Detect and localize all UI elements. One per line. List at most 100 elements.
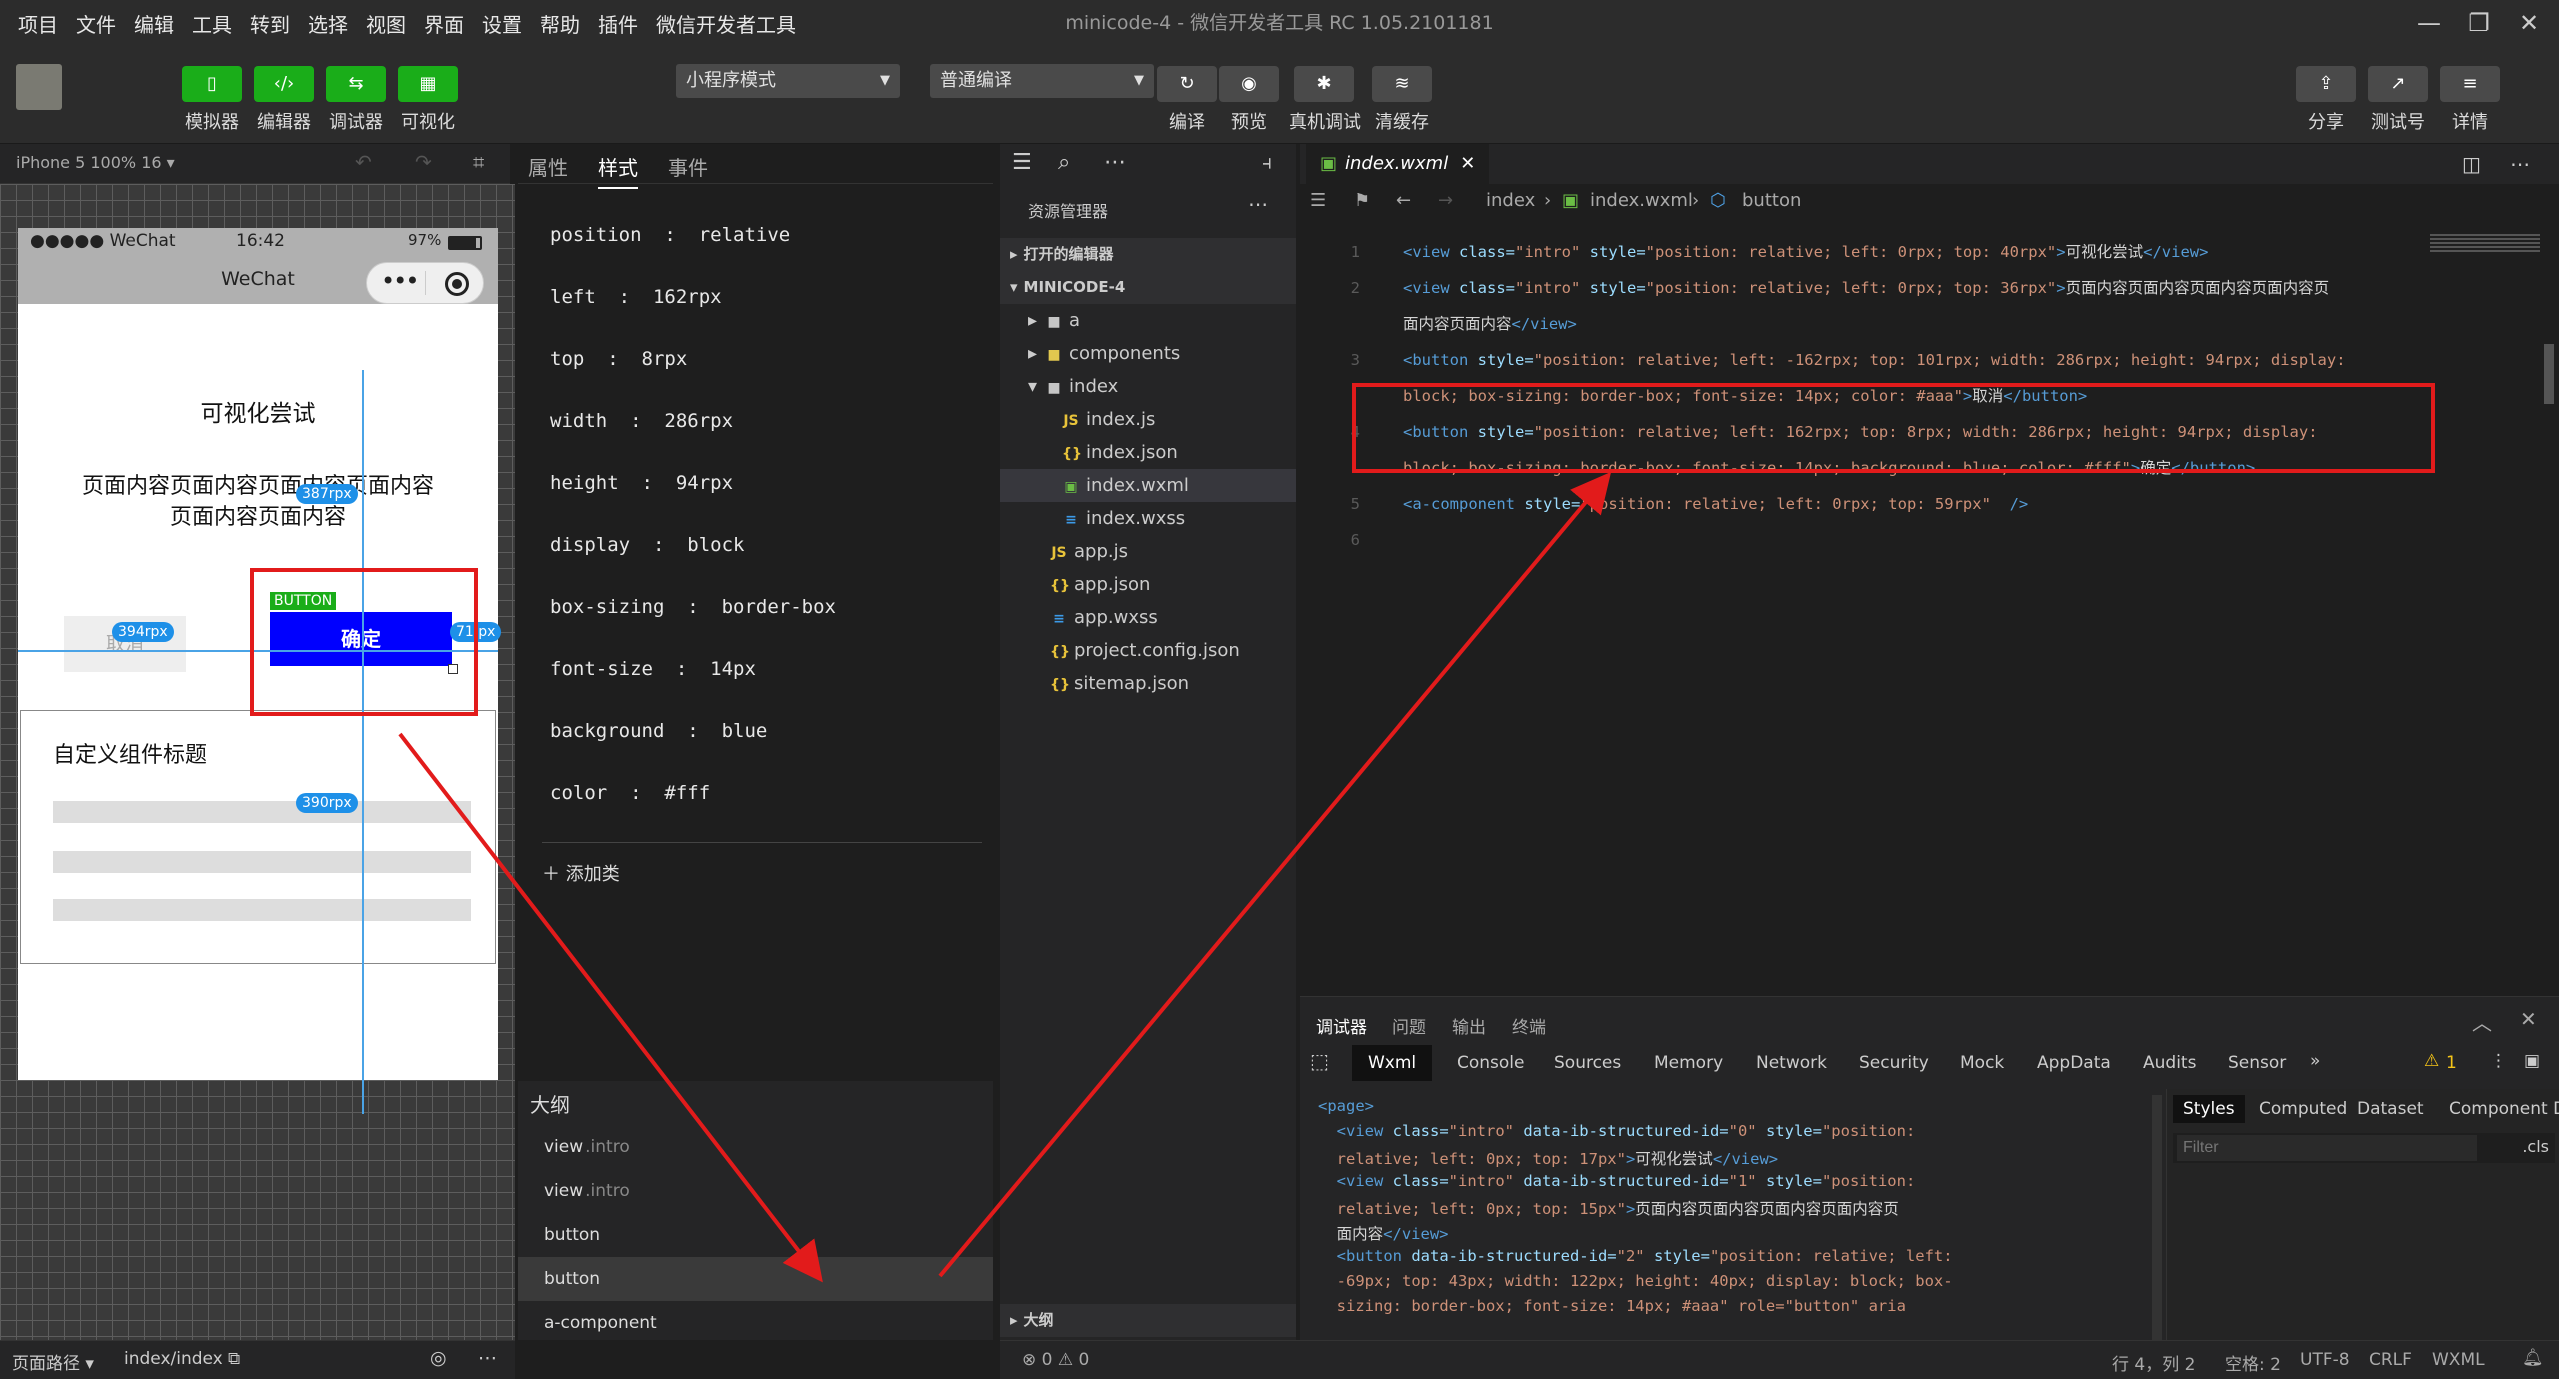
split-icon[interactable]: ⫞ [1262,150,1272,174]
style-prop-top[interactable]: top : 8rpx [550,348,687,370]
eye-icon[interactable]: ◎ [430,1347,447,1369]
warning-icon[interactable]: ⚠ [2424,1051,2439,1071]
project-section[interactable]: ▾ MINICODE-4 [1000,271,1296,304]
undo-icon[interactable]: ↶ [355,150,372,174]
compile-select[interactable]: 普通编译 ▼ [930,64,1154,98]
folder-index[interactable]: ▾ ■ index [1000,370,1296,403]
code-line[interactable]: 3 <button style="position: relative; left… [1300,342,2559,378]
scrollbar[interactable] [2152,1095,2162,1341]
style-prop-background[interactable]: background : blue [550,720,767,742]
tab-dataset[interactable]: Dataset [2357,1099,2424,1119]
a-component[interactable]: 自定义组件标题 [20,710,496,964]
folder-components[interactable]: ▸ ■ components [1000,337,1296,370]
tab-computed[interactable]: Computed [2259,1099,2347,1119]
clear-cache-button[interactable]: ≋ 清缓存 [1367,66,1437,134]
line-ending[interactable]: CRLF [2369,1350,2412,1370]
outline-item[interactable]: a-component [518,1301,993,1345]
file-app-json[interactable]: {} app.json [1000,568,1296,601]
close-icon[interactable]: ✕ [2512,6,2546,40]
open-editors-section[interactable]: ▸ 打开的编辑器 [1000,238,1296,271]
wxml-node-line[interactable]: <view class="intro" data-ib-structured-i… [1318,1122,2148,1140]
indentation[interactable]: 空格: 2 [2225,1350,2281,1375]
style-prop-position[interactable]: position : relative [550,224,790,246]
search-icon[interactable]: ⌕ [1058,150,1070,175]
outline-item-selected[interactable]: button [518,1257,993,1301]
breadcrumb-folder[interactable]: index [1486,184,1535,218]
outline-item[interactable]: view .intro [518,1125,993,1169]
bookmark-icon[interactable]: ⚑ [1354,184,1370,218]
back-icon[interactable]: ← [1396,184,1411,218]
code-line[interactable]: 5 <a-component style="position: relative;… [1300,486,2559,522]
file-app-wxss[interactable]: ≡ app.wxss [1000,601,1296,634]
style-prop-height[interactable]: height : 94rpx [550,472,733,494]
tab-style[interactable]: 样式 [598,152,638,189]
file-index-json[interactable]: {} index.json [1000,436,1296,469]
encoding[interactable]: UTF-8 [2300,1350,2350,1370]
copy-icon[interactable]: ⧉ [228,1349,240,1369]
close-icon[interactable]: ✕ [1460,153,1475,174]
tab-events[interactable]: 事件 [668,152,708,181]
mode-select[interactable]: 小程序模式 ▼ [676,64,900,98]
simulator-toggle[interactable]: ▯ 模拟器 [177,66,247,134]
more-icon[interactable]: ⋯ [1104,150,1126,175]
more-icon[interactable]: ⋯ [1248,192,1268,216]
style-prop-font-size[interactable]: font-size : 14px [550,658,756,680]
share-button[interactable]: ⇪ 分享 [2291,66,2361,134]
more-tabs-icon[interactable]: » [2310,1051,2320,1071]
more-icon[interactable]: ⋯ [478,1347,497,1369]
file-index-wxss[interactable]: ≡ index.wxss [1000,502,1296,535]
wxml-node-line[interactable]: relative; left: 0px; top: 17px">可视化尝试</v… [1318,1147,2148,1169]
minimap[interactable] [2430,234,2540,254]
tab-wxml[interactable]: Wxml [1352,1045,1433,1081]
forward-icon[interactable]: → [1438,184,1453,218]
close-icon[interactable]: ✕ [2520,1007,2537,1031]
code-line[interactable]: 1 <view class="intro" style="position: re… [1300,234,2559,270]
wxml-node-line[interactable]: relative; left: 0px; top: 15px">页面内容页面内容… [1318,1197,2148,1219]
intro-text-2-line2[interactable]: 页面内容页面内容 [18,499,498,531]
tab-attributes[interactable]: 属性 [528,152,568,181]
wxml-node-line[interactable]: 面内容</view> [1318,1222,2148,1244]
tab-network[interactable]: Network [1756,1053,1827,1073]
breadcrumb-element[interactable]: button [1742,184,1801,218]
file-index-wxml[interactable]: ▣ index.wxml [1000,469,1296,502]
visual-toggle[interactable]: ▦ 可视化 [393,66,463,134]
page-path-label[interactable]: 页面路径 ▾ [12,1349,94,1374]
cls-toggle[interactable]: .cls [2522,1137,2549,1156]
wxml-node-line[interactable]: sizing: border-box; font-size: 14px; #aa… [1318,1297,2148,1315]
problems-count[interactable]: ⊗ 0 ⚠ 0 [1022,1350,1089,1370]
compile-button[interactable]: ↻ 编译 [1152,66,1222,134]
tab-mock[interactable]: Mock [1960,1053,2004,1073]
language-mode[interactable]: WXML [2432,1350,2485,1370]
tab-memory[interactable]: Memory [1654,1053,1723,1073]
explorer-outline-section[interactable]: ▸ 大纲 [1000,1304,1296,1337]
dock-icon[interactable]: ▣ [2524,1051,2540,1071]
wxml-node-line[interactable]: <button data-ib-structured-id="2" style=… [1318,1247,2148,1265]
details-button[interactable]: ≡ 详情 [2435,66,2505,134]
split-editor-icon[interactable]: ◫ [2462,152,2481,176]
intro-text-1[interactable]: 可视化尝试 [18,394,498,428]
redo-icon[interactable]: ↷ [415,150,432,174]
tab-terminal[interactable]: 终端 [1512,1013,1546,1038]
outline-item[interactable]: view .intro [518,1169,993,1213]
avatar[interactable] [16,64,62,110]
code-line[interactable]: 面内容页面内容</view> [1300,306,2559,342]
crop-icon[interactable]: ⌗ [473,150,484,174]
file-app-js[interactable]: JS app.js [1000,535,1296,568]
filter-input[interactable] [2177,1135,2477,1161]
tab-security[interactable]: Security [1859,1053,1929,1073]
device-select[interactable]: iPhone 5 100% 16 ▾ [16,153,175,172]
wxml-node-line[interactable]: <view class="intro" data-ib-structured-i… [1318,1172,2148,1190]
file-index-js[interactable]: JS index.js [1000,403,1296,436]
cursor-position[interactable]: 行 4，列 2 [2112,1350,2195,1375]
notification-icon[interactable]: 🔔︎ [2522,1348,2544,1368]
more-icon[interactable]: ⋯ [2510,152,2530,176]
tab-console[interactable]: Console [1457,1053,1525,1073]
outline-item[interactable]: button [518,1213,993,1257]
intro-text-2-line1[interactable]: 页面内容页面内容页面内容页面内容 [18,468,498,500]
tab-audits[interactable]: Audits [2143,1053,2196,1073]
tab-sensor[interactable]: Sensor [2228,1053,2286,1073]
list-icon[interactable]: ☰ [1310,184,1326,218]
inspect-icon[interactable]: ⬚ [1310,1049,1329,1073]
capsule-button[interactable]: ••• [366,262,484,304]
style-prop-color[interactable]: color : #fff [550,782,710,804]
